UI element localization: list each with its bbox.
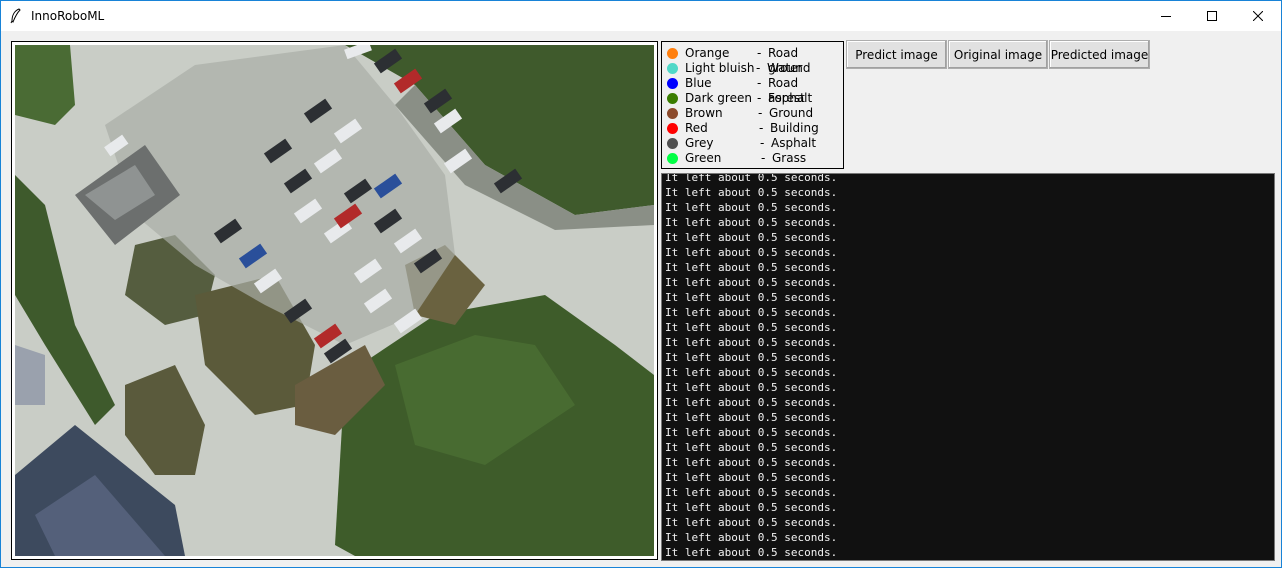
console-line: It left about 0.5 seconds. — [665, 306, 838, 319]
console-line: It left about 0.5 seconds. — [665, 381, 838, 394]
console-line: It left about 0.5 seconds. — [665, 366, 838, 379]
console-line: It left about 0.5 seconds. — [665, 546, 838, 559]
legend-item: Dark green - Forest — [662, 91, 843, 106]
console-line: It left about 0.5 seconds. — [665, 396, 838, 409]
console-line: It left about 0.5 seconds. — [665, 456, 838, 469]
console-line: It left about 0.5 seconds. — [665, 501, 838, 514]
color-dot-icon — [667, 63, 678, 74]
console-line: It left about 0.5 seconds. — [665, 201, 838, 214]
minimize-button[interactable] — [1143, 1, 1189, 31]
color-dot-icon — [667, 153, 678, 164]
console-line: It left about 0.5 seconds. — [665, 216, 838, 229]
console-line: It left about 0.5 seconds. — [665, 351, 838, 364]
console-line: It left about 0.5 seconds. — [665, 516, 838, 529]
title-bar[interactable]: InnoRoboML — [1, 1, 1281, 31]
console-line: It left about 0.5 seconds. — [665, 173, 838, 184]
legend-item: Orange - Road ground — [662, 46, 843, 75]
color-dot-icon — [667, 78, 678, 89]
console-line: It left about 0.5 seconds. — [665, 441, 838, 454]
color-dot-icon — [667, 138, 678, 149]
legend-item: Red - Building — [662, 121, 843, 136]
color-dot-icon — [667, 93, 678, 104]
console-line: It left about 0.5 seconds. — [665, 246, 838, 259]
legend-item: Brown - Ground — [662, 106, 843, 121]
console-line: It left about 0.5 seconds. — [665, 411, 838, 424]
maximize-button[interactable] — [1189, 1, 1235, 31]
image-panel — [11, 41, 658, 560]
console-lines: It left about 0.5 seconds. It left about … — [665, 173, 838, 560]
console-line: It left about 0.5 seconds. — [665, 291, 838, 304]
legend-item: Light bluish - Water — [662, 61, 843, 76]
predict-image-button[interactable]: Predict image — [846, 40, 947, 69]
console-line: It left about 0.5 seconds. — [665, 231, 838, 244]
console-line: It left about 0.5 seconds. — [665, 276, 838, 289]
original-image-button[interactable]: Original image — [948, 40, 1048, 69]
predicted-image-button[interactable]: Predicted image — [1049, 40, 1150, 69]
color-dot-icon — [667, 123, 678, 134]
aerial-image — [15, 45, 654, 556]
maximize-icon — [1207, 11, 1217, 21]
minimize-icon — [1161, 11, 1171, 21]
console-line: It left about 0.5 seconds. — [665, 471, 838, 484]
console-line: It left about 0.5 seconds. — [665, 486, 838, 499]
console-line: It left about 0.5 seconds. — [665, 531, 838, 544]
close-button[interactable] — [1235, 1, 1281, 31]
color-dot-icon — [667, 48, 678, 59]
console-line: It left about 0.5 seconds. — [665, 186, 838, 199]
legend-item: Green - Grass — [662, 151, 843, 166]
close-icon — [1253, 11, 1263, 21]
console-line: It left about 0.5 seconds. — [665, 336, 838, 349]
window-title: InnoRoboML — [31, 9, 105, 23]
legend-item: Blue - Road asphalt — [662, 76, 843, 105]
app-window: InnoRoboML Orange - Road ground Light bl… — [0, 0, 1282, 568]
console-line: It left about 0.5 seconds. — [665, 426, 838, 439]
console-line: It left about 0.5 seconds. — [665, 321, 838, 334]
class-legend: Orange - Road ground Light bluish - Wate… — [661, 41, 844, 169]
feather-icon — [9, 8, 23, 24]
color-dot-icon — [667, 108, 678, 119]
console-line: It left about 0.5 seconds. — [665, 261, 838, 274]
legend-item: Grey - Asphalt — [662, 136, 843, 151]
console-output[interactable]: It left about 0.5 seconds. It left about … — [661, 173, 1275, 561]
